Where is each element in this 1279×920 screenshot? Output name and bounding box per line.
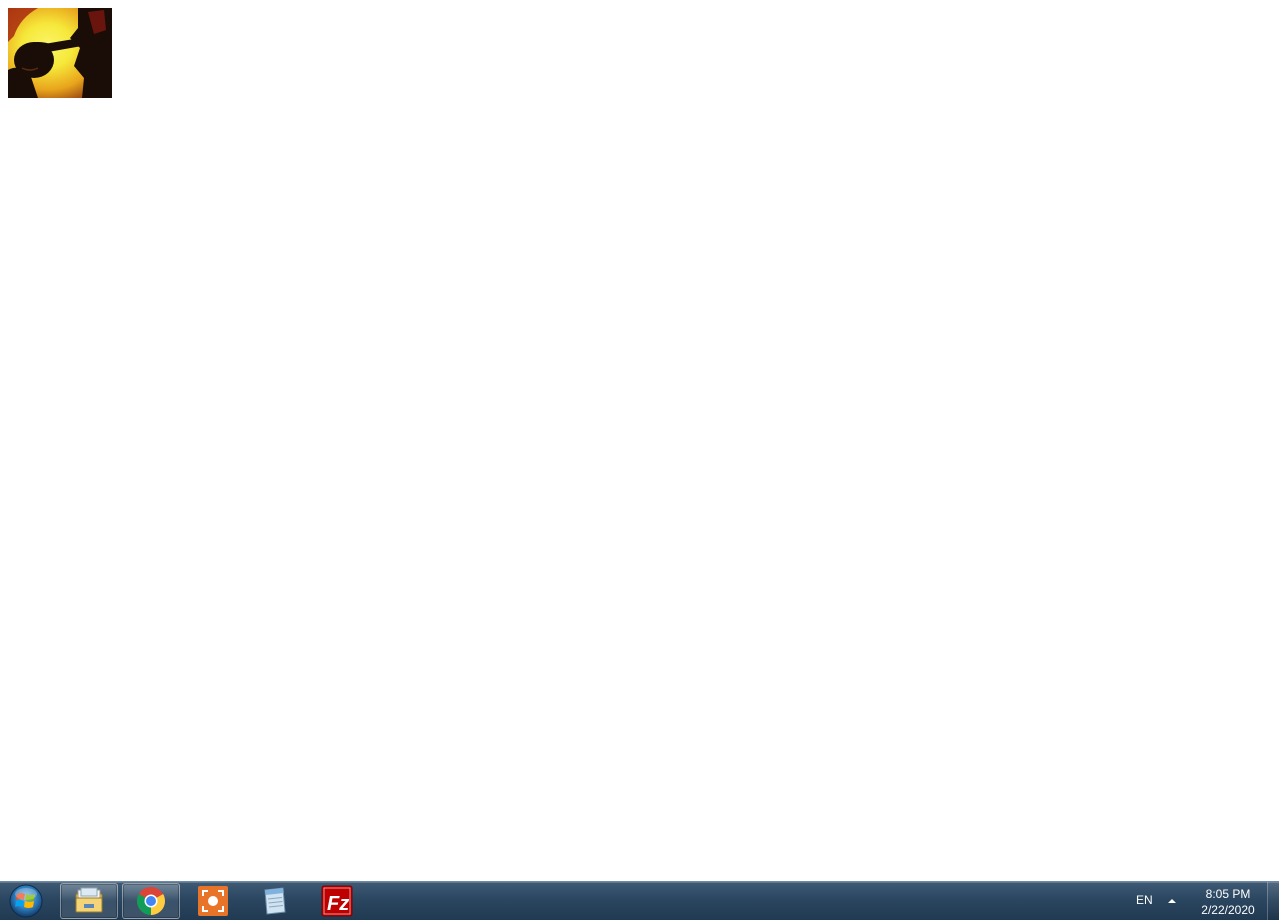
- screen-capture-icon: [198, 886, 228, 916]
- taskbar-button-filezilla[interactable]: Fz: [308, 883, 366, 919]
- taskbar-button-notepad[interactable]: [245, 883, 303, 919]
- show-desktop-button[interactable]: [1267, 882, 1279, 920]
- taskbar-button-file-explorer[interactable]: [60, 883, 118, 919]
- clock[interactable]: 8:05 PM 2/22/2020: [1189, 886, 1267, 918]
- chevron-up-icon: [1168, 899, 1176, 903]
- clock-time: 8:05 PM: [1205, 887, 1251, 901]
- desktop: [0, 0, 1279, 881]
- taskbar-button-chrome[interactable]: [122, 883, 180, 919]
- system-tray: EN 8:05 PM 2/22/2020: [1129, 882, 1279, 920]
- taskbar: Fz EN 8:05 PM 2/22/2020: [0, 881, 1279, 920]
- chrome-icon: [137, 887, 165, 915]
- svg-text:Fz: Fz: [327, 893, 349, 915]
- show-hidden-icons-button[interactable]: [1165, 894, 1179, 908]
- filezilla-icon: Fz: [321, 885, 353, 917]
- anime-silhouette-thumbnail: [8, 8, 112, 98]
- folder-library-icon: [75, 887, 103, 913]
- windows-start-orb-icon: [9, 884, 43, 918]
- desktop-thumbnail-image[interactable]: [8, 8, 112, 98]
- start-button[interactable]: [6, 883, 46, 919]
- notepad-icon: [264, 887, 286, 915]
- language-indicator[interactable]: EN: [1136, 893, 1153, 907]
- taskbar-button-screen-capture[interactable]: [184, 883, 242, 919]
- clock-date: 2/22/2020: [1201, 903, 1255, 917]
